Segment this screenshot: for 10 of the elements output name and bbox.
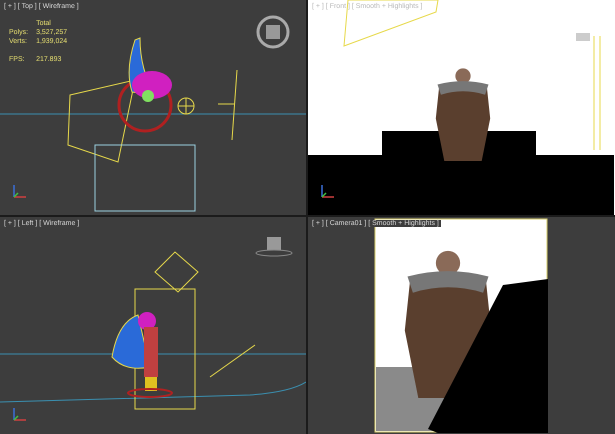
viewcube-icon — [256, 237, 292, 256]
viewcube-icon — [576, 33, 590, 41]
axis-tripod-icon — [13, 185, 26, 198]
axis-tripod-icon — [321, 185, 334, 198]
light-line-drawing — [210, 344, 256, 378]
light-target-icon — [178, 98, 194, 114]
light-line-drawing — [218, 70, 238, 140]
axis-tripod-icon — [13, 408, 26, 421]
viewcube-icon — [256, 16, 290, 48]
camera-frustum-drawing — [154, 251, 199, 293]
